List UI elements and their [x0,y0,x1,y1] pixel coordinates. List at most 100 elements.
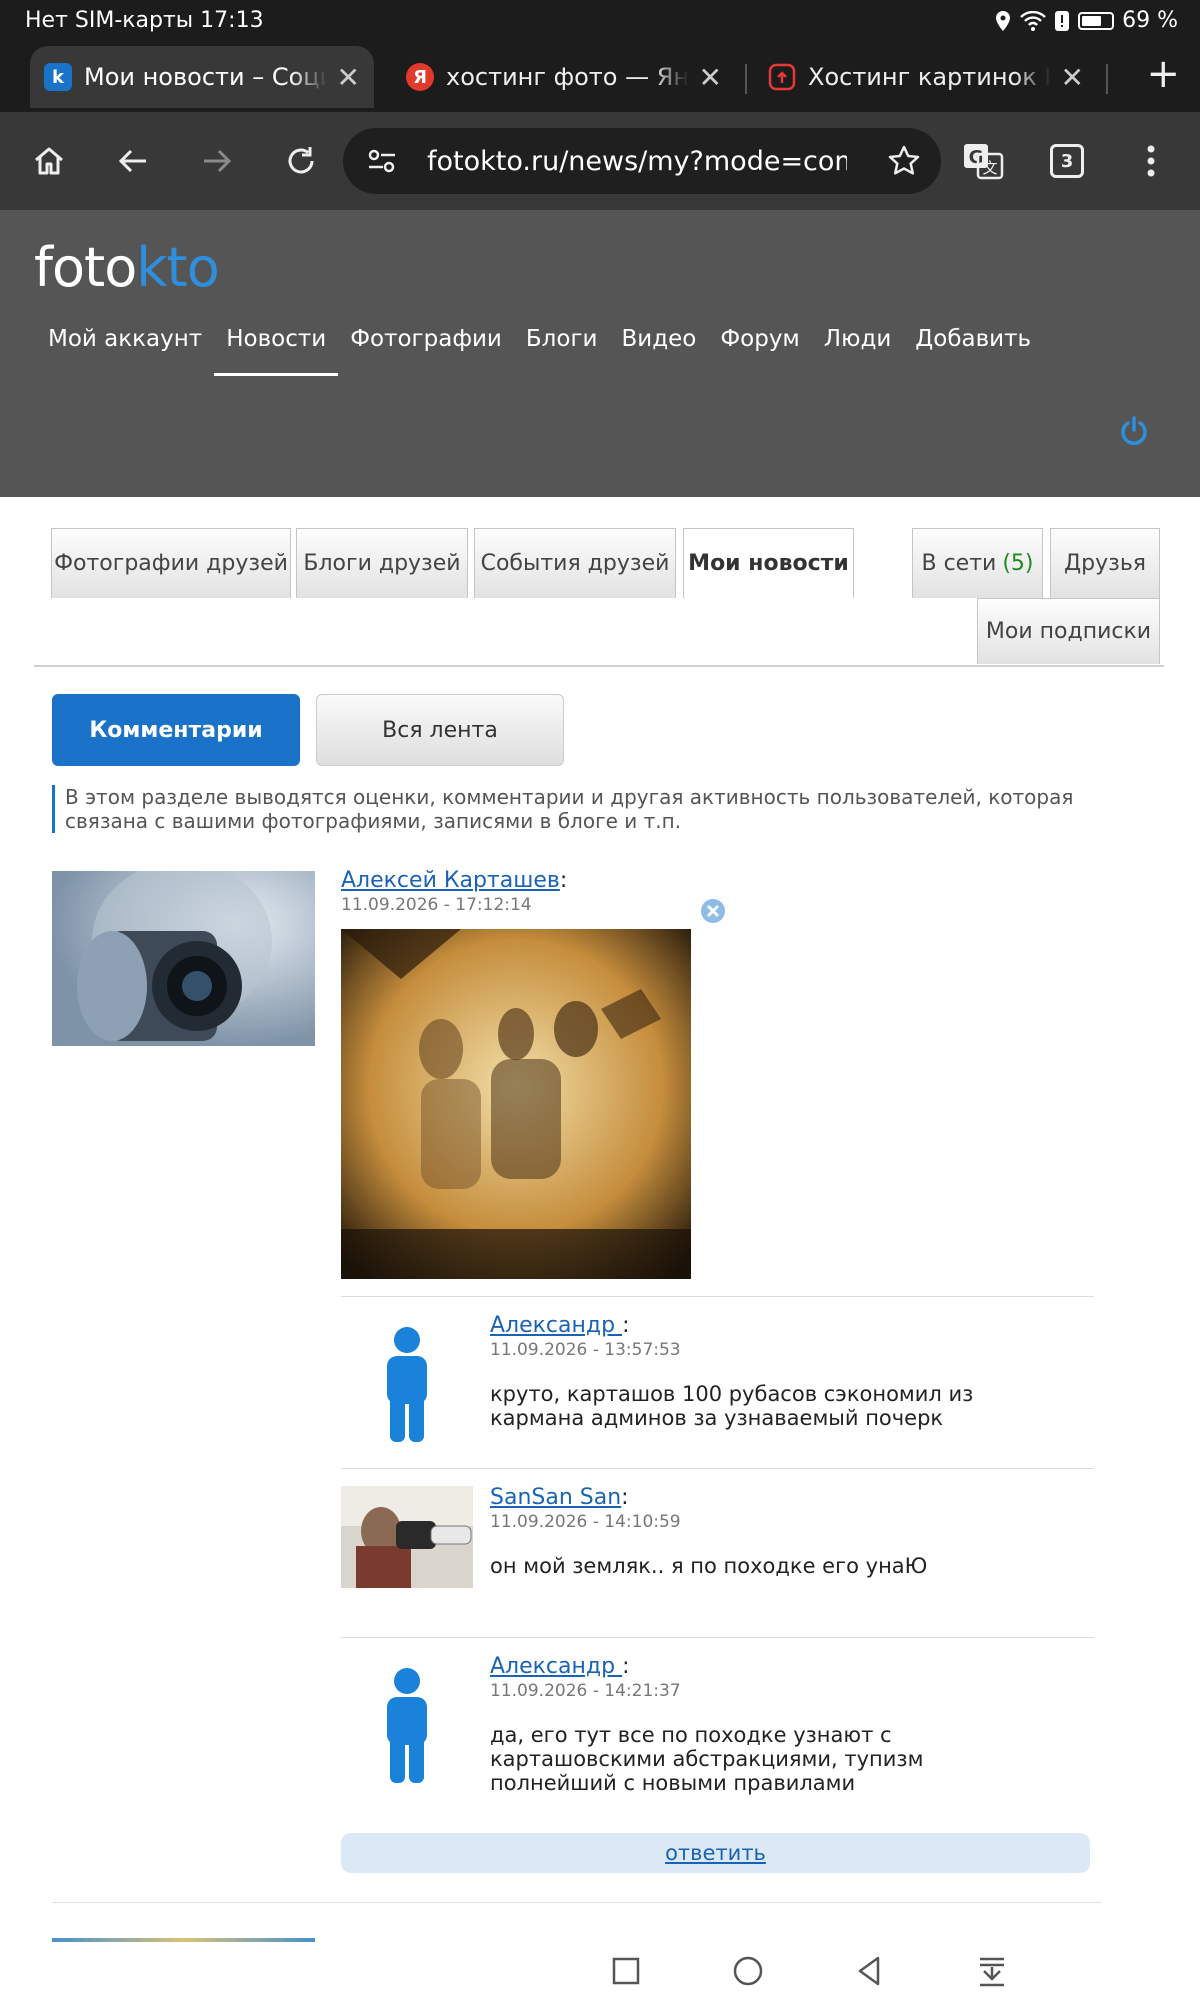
tab-separator [1106,64,1108,94]
next-item-avatar-edge [52,1938,315,1942]
online-count: (5) [1002,551,1034,576]
battery-percent: 69 % [1122,8,1178,33]
home-nav-icon[interactable] [730,1953,766,1989]
comment-avatar-photo[interactable] [341,1486,473,1588]
url-text[interactable]: fotokto.ru/news/my?mode=comments [427,146,847,177]
upload-favicon-icon [768,63,796,91]
comment-author: SanSan San: 11.09.2026 - 14:10:59 [490,1485,681,1532]
wifi-icon [1020,10,1046,31]
recents-icon[interactable] [608,1953,644,1989]
comment-text: он мой земляк.. я по походке его унаЮ [490,1554,928,1578]
forward-icon[interactable] [192,136,242,186]
user-placeholder-icon [387,1668,427,1783]
post-author-colon: : [559,868,568,893]
menu-icon[interactable] [1126,136,1176,186]
tabs-divider [34,665,1164,667]
close-tab-icon[interactable]: ✕ [699,61,722,94]
nav-blogs[interactable]: Блоги [514,326,610,376]
comment-author-link[interactable]: Александр [490,1313,622,1338]
user-placeholder-icon [387,1327,427,1442]
comment-author-colon: : [621,1485,629,1510]
svg-text:文: 文 [982,159,997,177]
translate-icon[interactable]: G文 [958,136,1008,186]
tab-online-label: В сети [921,551,997,576]
nav-video[interactable]: Видео [609,326,708,376]
fotokto-favicon-icon: k [44,63,72,91]
status-right: 69 % [994,8,1178,33]
back-nav-icon[interactable] [852,1953,888,1989]
address-bar[interactable]: fotokto.ru/news/my?mode=comments [343,128,941,194]
comment-separator [341,1637,1094,1638]
tab-count: 3 [1050,144,1084,178]
tab-friends-photos[interactable]: Фотографии друзей [51,528,291,598]
close-tab-icon[interactable]: ✕ [337,61,360,94]
comment-author: Александр : 11.09.2026 - 14:21:37 [490,1654,681,1701]
svg-text:G: G [969,147,984,168]
reply-bar[interactable]: ответить [341,1833,1090,1873]
logo-foto: foto [34,236,137,299]
comment-avatar-default[interactable] [341,1314,473,1444]
comment-separator [341,1468,1094,1469]
tab-my-news[interactable]: Мои новости [683,528,854,598]
comment-date: 11.09.2026 - 14:21:37 [490,1681,681,1701]
battery-icon [1078,11,1115,30]
home-icon[interactable] [24,136,74,186]
post-author: Алексей Карташев: 11.09.2026 - 17:12:14 [341,868,567,915]
star-icon[interactable] [887,144,921,178]
comments-filter-button[interactable]: Комментарии [52,694,300,766]
tabs-icon[interactable]: 3 [1042,136,1092,186]
author-avatar[interactable] [52,871,315,1046]
system-nav-bar [560,1945,1060,1995]
tab-friends-blogs[interactable]: Блоги друзей [296,528,468,598]
post-author-link[interactable]: Алексей Карташев [341,868,560,893]
all-feed-filter-button[interactable]: Вся лента [316,694,564,766]
reply-link[interactable]: ответить [665,1841,766,1865]
tab-friends[interactable]: Друзья [1050,528,1160,598]
back-icon[interactable] [108,136,158,186]
yandex-favicon-icon: Я [406,63,434,91]
logo-kto: kto [136,236,219,299]
comment-date: 11.09.2026 - 14:10:59 [490,1512,681,1532]
nav-people[interactable]: Люди [812,326,904,376]
comment-separator [341,1296,1094,1297]
nav-news[interactable]: Новости [214,326,339,376]
nav-photos[interactable]: Фотографии [338,326,514,376]
post-date: 11.09.2026 - 17:12:14 [341,895,532,915]
comment-author-colon: : [622,1313,630,1338]
browser-tab-2[interactable]: Я хостинг фото — Яндекс ✕ [392,46,736,108]
tab-title: Мои новости – Социальная [84,63,327,91]
feed-separator [52,1902,1102,1903]
comment-text: да, его тут все по походке узнают с карт… [490,1723,924,1795]
site-settings-icon[interactable] [367,147,397,175]
hide-keyboard-icon[interactable] [974,1953,1010,1989]
comment-author: Александр : 11.09.2026 - 13:57:53 [490,1313,681,1360]
site-logo[interactable]: fotokto [34,236,220,299]
reload-icon[interactable] [276,136,326,186]
tab-friends-events[interactable]: События друзей [474,528,676,598]
browser-tab-1[interactable]: k Мои новости – Социальная ✕ [30,46,374,108]
remove-item-icon[interactable] [699,897,727,925]
comment-author-link[interactable]: SanSan San [490,1485,621,1510]
status-left: Нет SIM-карты 17:13 [25,8,264,33]
nav-forum[interactable]: Форум [708,326,811,376]
alert-icon [1055,10,1070,31]
comment-author-link[interactable]: Александр [490,1654,622,1679]
tab-subscriptions[interactable]: Мои подписки [977,598,1160,664]
browser-toolbar: fotokto.ru/news/my?mode=comments G文 3 [0,112,1200,210]
location-icon [996,10,1011,31]
nav-my-account[interactable]: Мой аккаунт [36,326,214,376]
tab-separator [745,64,747,94]
comment-date: 11.09.2026 - 13:57:53 [490,1340,681,1360]
browser-tab-3[interactable]: Хостинг картинок Ilmage ✕ [754,46,1098,108]
new-tab-icon[interactable]: + [1146,52,1180,96]
browser-tab-strip: k Мои новости – Социальная ✕ Я хостинг ф… [0,42,1200,112]
tab-online[interactable]: В сети (5) [912,528,1043,598]
site-header: fotokto Мой аккаунт Новости Фотографии Б… [0,210,1200,497]
nav-add[interactable]: Добавить [903,326,1043,376]
post-photo[interactable] [341,929,691,1279]
comment-avatar-default[interactable] [341,1655,473,1785]
status-bar: Нет SIM-карты 17:13 69 % [0,0,1200,42]
comment-author-colon: : [622,1654,630,1679]
close-tab-icon[interactable]: ✕ [1061,61,1084,94]
power-icon[interactable] [1118,415,1150,447]
